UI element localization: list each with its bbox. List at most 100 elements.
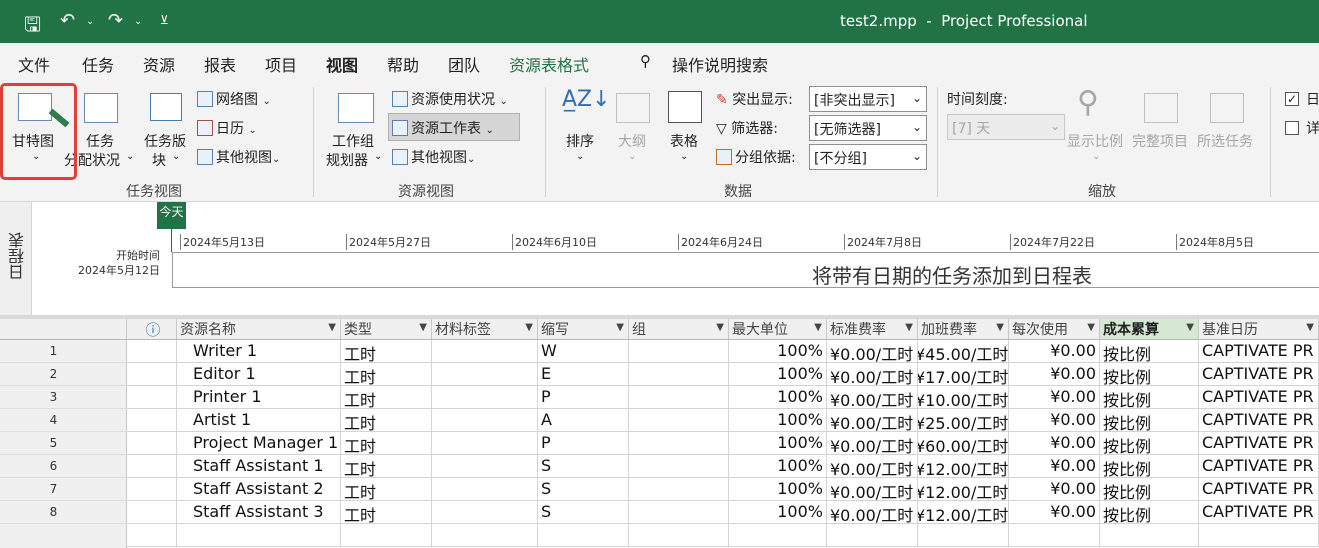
- filter-dropdown[interactable]: [无筛选器] ⌄: [809, 115, 927, 141]
- cell-acc[interactable]: 按比例: [1100, 501, 1199, 524]
- indicator-cell[interactable]: [127, 363, 177, 386]
- cell-name[interactable]: Staff Assistant 2: [177, 478, 341, 501]
- cell-cal[interactable]: CAPTIVATE PR: [1199, 386, 1319, 409]
- cell-max[interactable]: 100%: [729, 386, 827, 409]
- cell-mat[interactable]: [432, 501, 538, 524]
- indicator-cell[interactable]: [127, 432, 177, 455]
- filter-dropdown-icon[interactable]: ▼: [814, 322, 822, 333]
- cell-abbr[interactable]: P: [538, 386, 629, 409]
- cell-type[interactable]: 工时: [341, 455, 432, 478]
- empty-cell[interactable]: [177, 524, 341, 547]
- cell-name[interactable]: Writer 1: [177, 340, 341, 363]
- filter-dropdown-icon[interactable]: ▼: [616, 322, 624, 333]
- indicator-cell[interactable]: [127, 455, 177, 478]
- filter-dropdown-icon[interactable]: ▼: [996, 322, 1004, 333]
- cell-mat[interactable]: [432, 363, 538, 386]
- cell-type[interactable]: 工时: [341, 501, 432, 524]
- column-header-cal[interactable]: 基准日历 ▼: [1199, 319, 1319, 340]
- cell-ovt[interactable]: ¥12.00/工时: [918, 455, 1009, 478]
- cell-acc[interactable]: 按比例: [1100, 363, 1199, 386]
- cell-grp[interactable]: [629, 501, 729, 524]
- cell-cal[interactable]: CAPTIVATE PR: [1199, 432, 1319, 455]
- row-number[interactable]: 1: [0, 340, 127, 363]
- tab-task[interactable]: 任务: [82, 52, 114, 76]
- cell-max[interactable]: 100%: [729, 432, 827, 455]
- cell-per[interactable]: ¥0.00: [1009, 432, 1100, 455]
- tab-team[interactable]: 团队: [448, 52, 480, 76]
- filter-dropdown-icon[interactable]: ▼: [1087, 322, 1095, 333]
- cell-per[interactable]: ¥0.00: [1009, 409, 1100, 432]
- cell-ovt[interactable]: ¥25.00/工时: [918, 409, 1009, 432]
- cell-max[interactable]: 100%: [729, 501, 827, 524]
- cell-max[interactable]: 100%: [729, 478, 827, 501]
- tab-file[interactable]: 文件: [18, 52, 50, 76]
- select-all-corner[interactable]: [0, 319, 127, 340]
- other-views-button[interactable]: 其他视图⌄: [197, 147, 280, 167]
- info-icon[interactable]: ⓘ: [127, 319, 177, 340]
- filter-dropdown-icon[interactable]: ▼: [716, 322, 724, 333]
- row-number[interactable]: 3: [0, 386, 127, 409]
- zoom-button[interactable]: 显示比例: [1067, 131, 1123, 151]
- cell-grp[interactable]: [629, 432, 729, 455]
- row-number[interactable]: 2: [0, 363, 127, 386]
- cell-grp[interactable]: [629, 340, 729, 363]
- cell-cal[interactable]: CAPTIVATE PR: [1199, 478, 1319, 501]
- cell-ovt[interactable]: ¥45.00/工时: [918, 340, 1009, 363]
- customize-qat-icon[interactable]: ⊻: [160, 13, 169, 27]
- save-icon[interactable]: 🖫: [24, 10, 41, 44]
- tab-report[interactable]: 报表: [204, 52, 236, 76]
- chevron-down-icon[interactable]: ⌄: [680, 151, 688, 162]
- cell-ovt[interactable]: ¥12.00/工时: [918, 501, 1009, 524]
- column-header-max[interactable]: 最大单位 ▼: [729, 319, 827, 340]
- cell-mat[interactable]: [432, 432, 538, 455]
- cell-cal[interactable]: CAPTIVATE PR: [1199, 363, 1319, 386]
- cell-std[interactable]: ¥0.00/工时: [827, 386, 918, 409]
- cell-cal[interactable]: CAPTIVATE PR: [1199, 340, 1319, 363]
- cell-max[interactable]: 100%: [729, 363, 827, 386]
- empty-cell[interactable]: [1199, 524, 1319, 547]
- cell-per[interactable]: ¥0.00: [1009, 340, 1100, 363]
- cell-per[interactable]: ¥0.00: [1009, 386, 1100, 409]
- cell-name[interactable]: Staff Assistant 1: [177, 455, 341, 478]
- cell-acc[interactable]: 按比例: [1100, 340, 1199, 363]
- column-header-per[interactable]: 每次使用 ▼: [1009, 319, 1100, 340]
- chevron-down-icon[interactable]: ⌄: [134, 16, 142, 27]
- cell-type[interactable]: 工时: [341, 432, 432, 455]
- cell-std[interactable]: ¥0.00/工时: [827, 432, 918, 455]
- cell-ovt[interactable]: ¥17.00/工时: [918, 363, 1009, 386]
- column-header-name[interactable]: 资源名称 ▼: [177, 319, 341, 340]
- chevron-down-icon[interactable]: ⌄: [576, 151, 584, 162]
- cell-abbr[interactable]: S: [538, 455, 629, 478]
- cell-grp[interactable]: [629, 363, 729, 386]
- cell-per[interactable]: ¥0.00: [1009, 478, 1100, 501]
- timeline-bar[interactable]: [172, 252, 1319, 288]
- tab-project[interactable]: 项目: [265, 52, 297, 76]
- calendar-button[interactable]: 日历 ⌄: [197, 118, 257, 138]
- chevron-down-icon[interactable]: ⌄: [374, 151, 382, 162]
- cell-abbr[interactable]: S: [538, 478, 629, 501]
- cell-ovt[interactable]: ¥12.00/工时: [918, 478, 1009, 501]
- team-planner-button[interactable]: 工作组: [332, 131, 374, 151]
- cell-grp[interactable]: [629, 409, 729, 432]
- tab-resource[interactable]: 资源: [143, 52, 175, 76]
- cell-max[interactable]: 100%: [729, 455, 827, 478]
- empty-cell[interactable]: [127, 524, 177, 547]
- cell-mat[interactable]: [432, 455, 538, 478]
- cell-acc[interactable]: 按比例: [1100, 432, 1199, 455]
- sort-button[interactable]: 排序: [566, 131, 594, 151]
- chevron-down-icon[interactable]: ⌄: [628, 151, 636, 162]
- network-diagram-button[interactable]: 网络图 ⌄: [197, 89, 271, 109]
- empty-cell[interactable]: [432, 524, 538, 547]
- filter-dropdown-icon[interactable]: ▼: [525, 322, 533, 333]
- cell-ovt[interactable]: ¥10.00/工时: [918, 386, 1009, 409]
- column-header-mat[interactable]: 材料标签 ▼: [432, 319, 538, 340]
- cell-mat[interactable]: [432, 340, 538, 363]
- resource-usage-button[interactable]: 资源使用状况 ⌄: [392, 89, 508, 109]
- highlight-dropdown[interactable]: [非突出显示] ⌄: [809, 86, 927, 112]
- cell-mat[interactable]: [432, 478, 538, 501]
- cell-std[interactable]: ¥0.00/工时: [827, 409, 918, 432]
- column-header-grp[interactable]: 组 ▼: [629, 319, 729, 340]
- filter-dropdown-icon[interactable]: ▼: [1306, 322, 1314, 333]
- cell-mat[interactable]: [432, 386, 538, 409]
- chevron-down-icon[interactable]: ⌄: [1092, 151, 1100, 162]
